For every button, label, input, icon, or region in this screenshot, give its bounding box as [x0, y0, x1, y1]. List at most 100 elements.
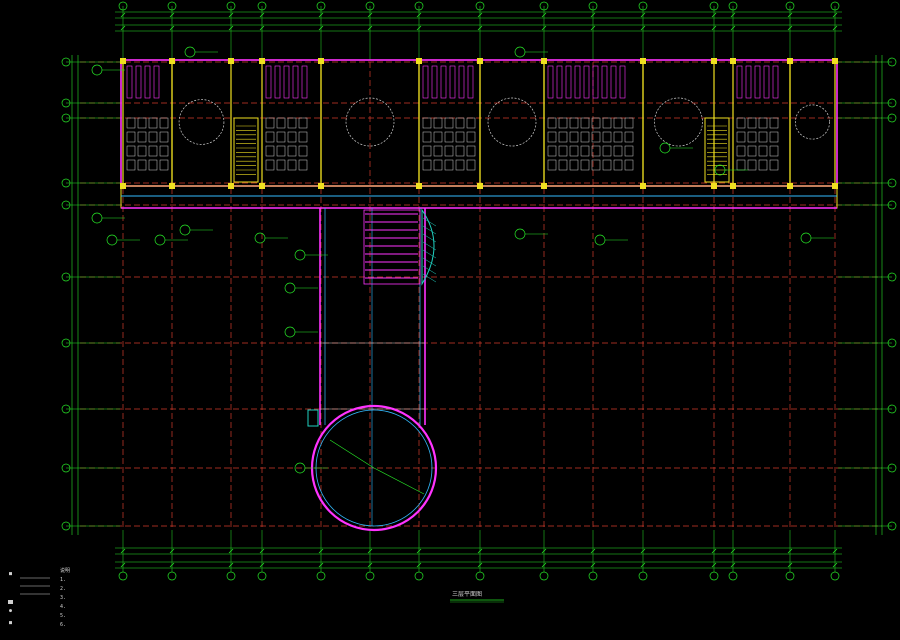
fixture	[601, 65, 608, 99]
desk	[433, 145, 443, 157]
section-marker	[294, 249, 306, 261]
desk	[276, 117, 286, 129]
desk	[747, 117, 757, 129]
desk	[137, 117, 147, 129]
fixture	[610, 65, 617, 99]
column-symbol	[169, 183, 175, 189]
connector-inner	[324, 208, 421, 425]
desk	[265, 145, 275, 157]
fixture	[574, 65, 581, 99]
section-marker	[514, 228, 526, 240]
column-symbol	[730, 183, 736, 189]
desk	[148, 159, 158, 171]
axis-bubble-top	[226, 571, 236, 581]
desk	[455, 145, 465, 157]
section-marker	[91, 64, 103, 76]
axis-bubble-top	[167, 571, 177, 581]
desk	[422, 131, 432, 143]
desk	[580, 117, 590, 129]
section-marker	[284, 282, 296, 294]
axis-bubble-top	[414, 571, 424, 581]
note-5: 5.	[60, 613, 66, 619]
fixture	[763, 65, 770, 99]
desk	[444, 145, 454, 157]
desk	[747, 145, 757, 157]
desk	[148, 131, 158, 143]
fixture	[745, 65, 752, 99]
column-symbol	[711, 183, 717, 189]
column-symbol	[730, 58, 736, 64]
column-symbol	[640, 58, 646, 64]
column-symbol	[477, 183, 483, 189]
note-6: 6.	[60, 622, 66, 628]
section-marker	[284, 326, 296, 338]
desk	[137, 131, 147, 143]
desk	[298, 145, 308, 157]
desk	[466, 145, 476, 157]
desk	[624, 131, 634, 143]
legend-block: ■ ● ■	[8, 571, 50, 626]
fixture	[274, 65, 281, 99]
axis-bubble-top	[316, 571, 326, 581]
desk	[159, 145, 169, 157]
section-marker	[514, 46, 526, 58]
desk	[736, 131, 746, 143]
axis-bubbles	[61, 1, 897, 581]
axis-bubble-top	[728, 571, 738, 581]
fixture	[458, 65, 465, 99]
desk	[558, 159, 568, 171]
desk	[433, 159, 443, 171]
building-outline	[120, 59, 838, 532]
fixture	[754, 65, 761, 99]
desk	[466, 159, 476, 171]
radius-line	[329, 439, 375, 469]
column-symbol	[541, 58, 547, 64]
desk	[455, 131, 465, 143]
fixture	[440, 65, 447, 99]
column-symbol	[259, 183, 265, 189]
desk	[769, 159, 779, 171]
radius-line	[373, 467, 425, 495]
desk	[137, 145, 147, 157]
desk	[265, 117, 275, 129]
desk	[769, 117, 779, 129]
desk	[276, 159, 286, 171]
column-symbol	[640, 183, 646, 189]
circle-hall-symbol	[487, 97, 537, 147]
section-marker	[91, 212, 103, 224]
desk	[558, 145, 568, 157]
desk	[433, 117, 443, 129]
stair-symbol	[233, 117, 259, 183]
desk	[569, 117, 579, 129]
desk	[613, 117, 623, 129]
desk	[569, 131, 579, 143]
axis-bubble-top	[709, 571, 719, 581]
desk	[265, 159, 275, 171]
desk	[298, 131, 308, 143]
section-marker	[106, 234, 118, 246]
desk	[159, 131, 169, 143]
fixture	[449, 65, 456, 99]
legend-mark-2: ●	[9, 608, 12, 614]
desk	[466, 117, 476, 129]
column-symbol	[832, 58, 838, 64]
desk	[624, 159, 634, 171]
fixture	[565, 65, 572, 99]
desk	[444, 117, 454, 129]
column-symbol	[711, 58, 717, 64]
column-symbol	[228, 58, 234, 64]
fixture	[265, 65, 272, 99]
desk	[287, 145, 297, 157]
fixture	[556, 65, 563, 99]
desk	[547, 131, 557, 143]
column-symbol	[120, 183, 126, 189]
desk	[769, 131, 779, 143]
desk	[444, 159, 454, 171]
column-symbol	[477, 58, 483, 64]
desk	[433, 131, 443, 143]
column-symbol	[228, 183, 234, 189]
column-symbol	[787, 58, 793, 64]
axis-bubble-top	[365, 571, 375, 581]
desk	[287, 117, 297, 129]
desk	[580, 131, 590, 143]
